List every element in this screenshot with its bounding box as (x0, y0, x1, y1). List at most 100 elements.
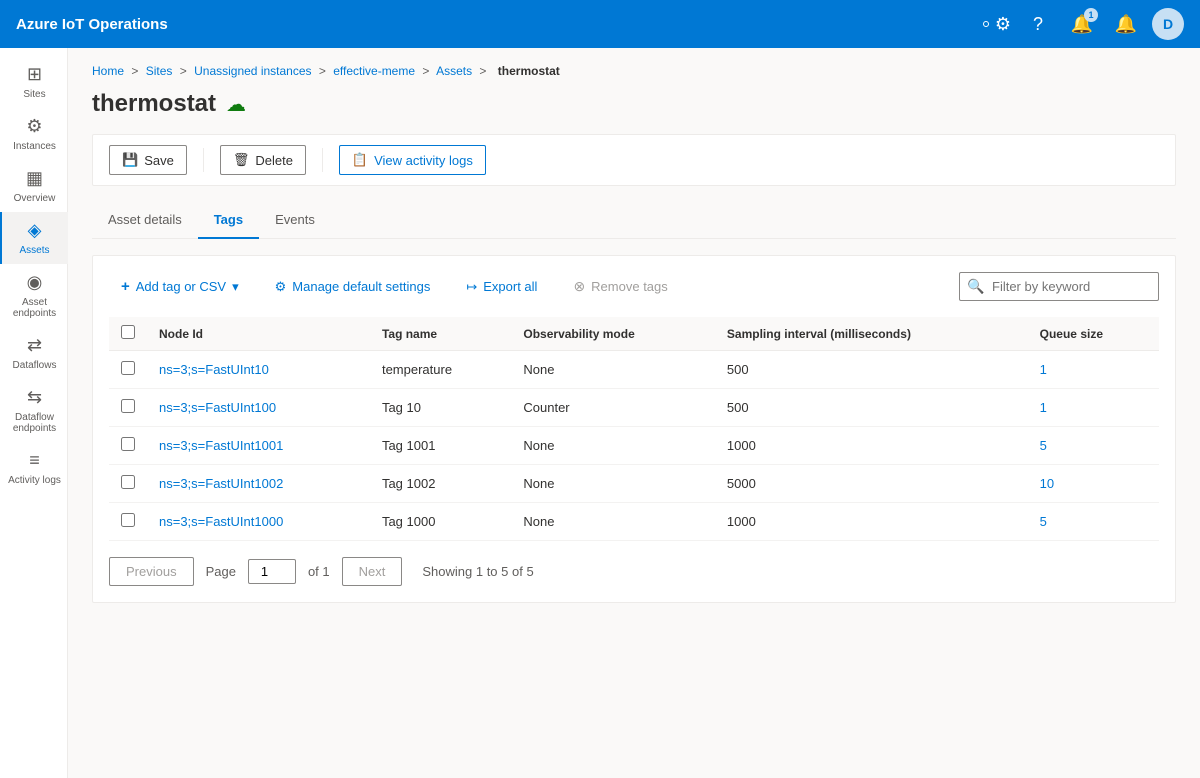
observability-cell: Counter (511, 389, 715, 427)
filter-input[interactable] (959, 272, 1159, 301)
remove-tags-label: Remove tags (591, 279, 668, 294)
breadcrumb-current: thermostat (498, 64, 560, 78)
delete-icon: 🗑 (233, 152, 250, 168)
queue-size-cell: 5 (1028, 427, 1159, 465)
tab-tags[interactable]: Tags (198, 202, 259, 239)
sidebar-item-overview[interactable]: ▦ Overview (0, 160, 68, 212)
sampling-interval-cell: 1000 (715, 503, 1028, 541)
sidebar-icon-asset-endpoints: ◉ (27, 272, 43, 293)
next-label: Next (359, 564, 386, 579)
select-all-checkbox[interactable] (121, 325, 135, 339)
node-id-link-3[interactable]: ns=3;s=FastUInt1002 (159, 476, 283, 491)
avatar[interactable]: D (1152, 8, 1184, 40)
export-all-button[interactable]: ↦ Export all (454, 273, 549, 301)
page-label: Page (206, 564, 236, 579)
showing-text: Showing 1 to 5 of 5 (422, 564, 533, 579)
tag-name-cell: Tag 1002 (370, 465, 511, 503)
view-activity-logs-button[interactable]: 📋 View activity logs (339, 145, 486, 175)
sidebar-label-instances: Instances (13, 141, 56, 152)
node-id-cell: ns=3;s=FastUInt1002 (147, 465, 370, 503)
tag-name-cell: Tag 1001 (370, 427, 511, 465)
breadcrumb-sites[interactable]: Sites (146, 64, 173, 78)
save-button[interactable]: 💾 Save (109, 145, 187, 175)
table-toolbar: + Add tag or CSV ▾ ⚙ Manage default sett… (109, 272, 1159, 301)
table-header-row: Node Id Tag name Observability mode Samp… (109, 317, 1159, 351)
sidebar-icon-dataflows: ⇄ (27, 335, 42, 356)
node-id-cell: ns=3;s=FastUInt1000 (147, 503, 370, 541)
search-icon: 🔍 (967, 278, 984, 295)
pagination: Previous Page of 1 Next Showing 1 to 5 o… (109, 557, 1159, 586)
notifications-button[interactable]: 🔔 1 (1064, 6, 1100, 42)
breadcrumb-assets[interactable]: Assets (436, 64, 472, 78)
toolbar-sep-2 (322, 148, 323, 172)
sidebar-label-sites: Sites (23, 89, 45, 100)
delete-button[interactable]: 🗑 Delete (220, 145, 306, 175)
observability-cell: None (511, 465, 715, 503)
sidebar-label-asset-endpoints: Asset endpoints (6, 297, 64, 319)
row-checkbox-0[interactable] (121, 361, 135, 375)
row-checkbox-3[interactable] (121, 475, 135, 489)
sidebar-icon-dataflow-endpoints: ⇆ (27, 387, 42, 408)
node-id-link-4[interactable]: ns=3;s=FastUInt1000 (159, 514, 283, 529)
node-id-cell: ns=3;s=FastUInt100 (147, 389, 370, 427)
breadcrumb: Home > Sites > Unassigned instances > ef… (92, 64, 1176, 78)
export-icon: ↦ (466, 279, 477, 295)
header-sampling-interval: Sampling interval (milliseconds) (715, 317, 1028, 351)
breadcrumb-home[interactable]: Home (92, 64, 124, 78)
sidebar-item-sites[interactable]: ⊞ Sites (0, 56, 68, 108)
node-id-link-0[interactable]: ns=3;s=FastUInt10 (159, 362, 269, 377)
manage-default-settings-button[interactable]: ⚙ Manage default settings (263, 273, 443, 301)
main-content: Home > Sites > Unassigned instances > ef… (68, 48, 1200, 778)
row-checkbox-cell (109, 351, 147, 389)
row-checkbox-2[interactable] (121, 437, 135, 451)
tab-events[interactable]: Events (259, 202, 331, 239)
sampling-interval-cell: 500 (715, 389, 1028, 427)
row-checkbox-cell (109, 389, 147, 427)
page-title: thermostat (92, 90, 216, 118)
tabs: Asset details Tags Events (92, 202, 1176, 239)
header-checkbox-col (109, 317, 147, 351)
node-id-link-2[interactable]: ns=3;s=FastUInt1001 (159, 438, 283, 453)
sidebar-icon-instances: ⚙ (26, 116, 42, 137)
remove-tags-button[interactable]: ⊗ Remove tags (561, 272, 679, 301)
settings-button[interactable]: ⚙ (976, 6, 1012, 42)
page-title-row: thermostat ☁ (92, 90, 1176, 118)
remove-icon: ⊗ (573, 278, 585, 295)
row-checkbox-1[interactable] (121, 399, 135, 413)
delete-label: Delete (255, 153, 293, 168)
table-row: ns=3;s=FastUInt100 Tag 10 Counter 500 1 (109, 389, 1159, 427)
sidebar-item-assets[interactable]: ◈ Assets (0, 212, 68, 264)
breadcrumb-unassigned-instances[interactable]: Unassigned instances (194, 64, 311, 78)
activity-log-icon: 📋 (352, 152, 368, 168)
plus-icon: + (121, 278, 130, 295)
sidebar-item-asset-endpoints[interactable]: ◉ Asset endpoints (0, 264, 68, 327)
view-activity-logs-label: View activity logs (374, 153, 473, 168)
table-row: ns=3;s=FastUInt1002 Tag 1002 None 5000 1… (109, 465, 1159, 503)
bell-button[interactable]: 🔔 (1108, 6, 1144, 42)
sidebar-item-dataflow-endpoints[interactable]: ⇆ Dataflow endpoints (0, 379, 68, 442)
filter-wrap: 🔍 (959, 272, 1159, 301)
row-checkbox-4[interactable] (121, 513, 135, 527)
page-number-input[interactable] (248, 559, 296, 584)
tag-name-cell: temperature (370, 351, 511, 389)
add-tag-csv-button[interactable]: + Add tag or CSV ▾ (109, 272, 251, 301)
observability-cell: None (511, 351, 715, 389)
tab-asset-details[interactable]: Asset details (92, 202, 198, 239)
previous-button[interactable]: Previous (109, 557, 194, 586)
sidebar-label-assets: Assets (19, 245, 49, 256)
sidebar-icon-activity-logs: ≡ (29, 450, 40, 471)
sidebar-item-activity-logs[interactable]: ≡ Activity logs (0, 442, 68, 494)
queue-size-cell: 1 (1028, 389, 1159, 427)
sidebar-item-dataflows[interactable]: ⇄ Dataflows (0, 327, 68, 379)
tag-name-cell: Tag 10 (370, 389, 511, 427)
breadcrumb-effective-meme[interactable]: effective-meme (333, 64, 415, 78)
next-button[interactable]: Next (342, 557, 403, 586)
table-card: + Add tag or CSV ▾ ⚙ Manage default sett… (92, 255, 1176, 603)
topnav: Azure IoT Operations ⚙ ? 🔔 1 🔔 D (0, 0, 1200, 48)
help-button[interactable]: ? (1020, 6, 1056, 42)
save-label: Save (144, 153, 174, 168)
sidebar-label-overview: Overview (14, 193, 56, 204)
node-id-link-1[interactable]: ns=3;s=FastUInt100 (159, 400, 276, 415)
sidebar-item-instances[interactable]: ⚙ Instances (0, 108, 68, 160)
manage-settings-label: Manage default settings (292, 279, 430, 294)
